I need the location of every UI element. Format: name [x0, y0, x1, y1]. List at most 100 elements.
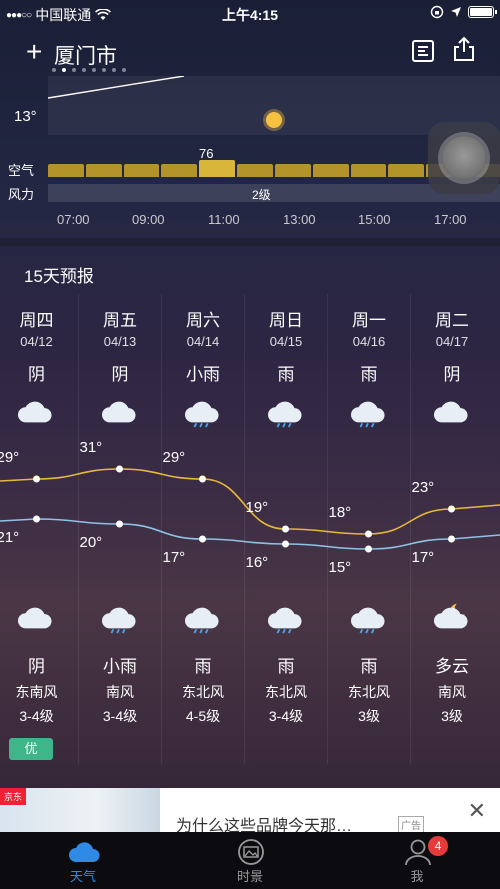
page-dot-active — [62, 68, 66, 72]
status-right — [430, 5, 497, 19]
hour-label: 13:00 — [283, 212, 316, 227]
add-city-icon[interactable]: + — [26, 38, 42, 66]
notification-badge: 4 — [428, 836, 448, 856]
wind-level: 3-4级 — [19, 708, 54, 724]
status-time: 上午4:15 — [221, 7, 279, 23]
wind-direction: 南风 — [106, 684, 134, 700]
page-dot — [82, 68, 86, 72]
rain-cloud-icon — [351, 401, 385, 428]
wind-label: 风力 — [8, 187, 35, 202]
day-of-week: 周日 — [269, 311, 303, 330]
night-condition: 多云 — [435, 657, 469, 676]
wind-level: 3-4级 — [102, 708, 138, 724]
day-of-week: 周一 — [352, 311, 386, 330]
high-temp-label: 29° — [0, 449, 20, 466]
rain-cloud-icon — [102, 607, 136, 634]
tab-label: 我 — [410, 869, 424, 884]
daily-forecast[interactable]: 周四 04/12 阴阴东南风 3-4级优周五 04/13 阴小雨 南风 3-4级 周六 04/14… — [0, 294, 500, 784]
page-indicator — [52, 68, 126, 72]
day-condition: 雨 — [360, 365, 378, 384]
night-condition: 阴 — [28, 657, 45, 676]
day-column[interactable]: 周二 04/17 阴多云 南风 3级 — [410, 294, 493, 764]
night-condition: 小雨 — [103, 657, 137, 676]
city-name[interactable]: 厦门市 — [54, 40, 117, 70]
wind-level: 3级 — [441, 708, 463, 724]
ad-banner[interactable]: 京东 为什么这些品牌今天那… 广告 ✕ — [0, 788, 500, 835]
night-condition: 雨 — [277, 657, 295, 676]
tab-me[interactable]: 4 我 — [334, 832, 500, 889]
low-temp-label: 20° — [79, 534, 103, 551]
share-icon[interactable] — [452, 36, 476, 62]
aq-badge: 优 — [9, 738, 53, 760]
page-dot — [122, 68, 126, 72]
high-temp-label: 31° — [79, 439, 103, 456]
day-date: 04/15 — [269, 334, 303, 349]
day-condition: 雨 — [277, 365, 295, 384]
rain-cloud-icon — [351, 607, 385, 634]
list-icon[interactable] — [412, 40, 434, 62]
low-temp-label: 16° — [245, 554, 269, 571]
page-dot — [52, 68, 56, 72]
day-condition: 小雨 — [186, 365, 220, 384]
hour-label: 11:00 — [208, 212, 240, 227]
day-date: 04/14 — [186, 334, 220, 349]
day-of-week: 周二 — [435, 311, 469, 330]
hour-label: 07:00 — [57, 212, 90, 227]
tab-weather[interactable]: 天气 — [0, 832, 166, 889]
wind-direction: 东北风 — [348, 684, 390, 700]
high-temp-label: 29° — [162, 449, 186, 466]
day-column[interactable]: 周一 04/16 雨雨东北风 3级 — [327, 294, 410, 764]
day-date: 04/17 — [435, 334, 469, 349]
tab-label: 天气 — [69, 869, 96, 884]
day-condition: 阴 — [28, 365, 45, 384]
moon-cloud-icon — [434, 601, 468, 629]
high-temp-label: 23° — [411, 479, 435, 496]
wind-direction: 东南风 — [15, 684, 58, 700]
close-icon[interactable]: ✕ — [468, 800, 486, 822]
day-column[interactable]: 周五 04/13 阴小雨 南风 3-4级 — [78, 294, 161, 764]
wind-direction: 东北风 — [265, 684, 307, 700]
rain-cloud-icon — [185, 607, 219, 634]
hourly-forecast[interactable]: 13° 空气 风力 76 2级 07:00 09:00 11:00 13:00 … — [0, 76, 500, 236]
day-date: 04/13 — [103, 334, 137, 349]
ad-image[interactable]: 京东 — [0, 788, 160, 832]
hourly-temp-line — [48, 76, 185, 99]
day-condition: 阴 — [111, 365, 129, 384]
cloud-icon — [434, 401, 468, 423]
wind-level: 3-4级 — [268, 708, 304, 724]
cloud-icon — [18, 607, 52, 629]
wind-direction: 东北风 — [182, 684, 224, 700]
aq-label: 空气 — [8, 163, 35, 178]
tab-scenery[interactable]: 时景 — [167, 832, 333, 889]
photo-icon — [238, 839, 264, 865]
night-condition: 雨 — [360, 657, 378, 676]
ad-brand-logo: 京东 — [0, 788, 27, 805]
day-column[interactable]: 周六 04/14 小雨雨东北风 4-5级 — [161, 294, 244, 764]
wind-direction: 南风 — [438, 684, 466, 700]
low-temp-label: 21° — [0, 529, 20, 546]
forecast-title: 15天预报 — [24, 267, 94, 286]
day-of-week: 周六 — [186, 311, 220, 330]
low-temp-label: 17° — [411, 549, 435, 566]
high-temp-label: 18° — [328, 504, 352, 521]
hour-label: 15:00 — [358, 212, 391, 227]
low-temp-label: 17° — [162, 549, 186, 566]
assistive-touch-button[interactable] — [428, 122, 500, 194]
wind-value: 2级 — [252, 188, 271, 202]
low-temp-label: 15° — [328, 559, 352, 576]
wind-level: 4-5级 — [185, 708, 221, 724]
location-arrow-icon — [451, 7, 461, 17]
night-condition: 雨 — [194, 657, 212, 676]
hour-label: 09:00 — [132, 212, 165, 227]
cloud-icon — [102, 401, 136, 423]
day-column[interactable]: 周日 04/15 雨雨东北风 3-4级 — [244, 294, 327, 764]
cloud-icon — [18, 401, 52, 423]
section-divider — [0, 238, 500, 246]
orientation-lock-icon — [430, 5, 444, 19]
page-dot — [72, 68, 76, 72]
day-date: 04/16 — [352, 334, 386, 349]
page-dot — [112, 68, 116, 72]
rain-cloud-icon — [268, 607, 302, 634]
page-dot — [92, 68, 96, 72]
tab-label: 时景 — [236, 869, 263, 884]
